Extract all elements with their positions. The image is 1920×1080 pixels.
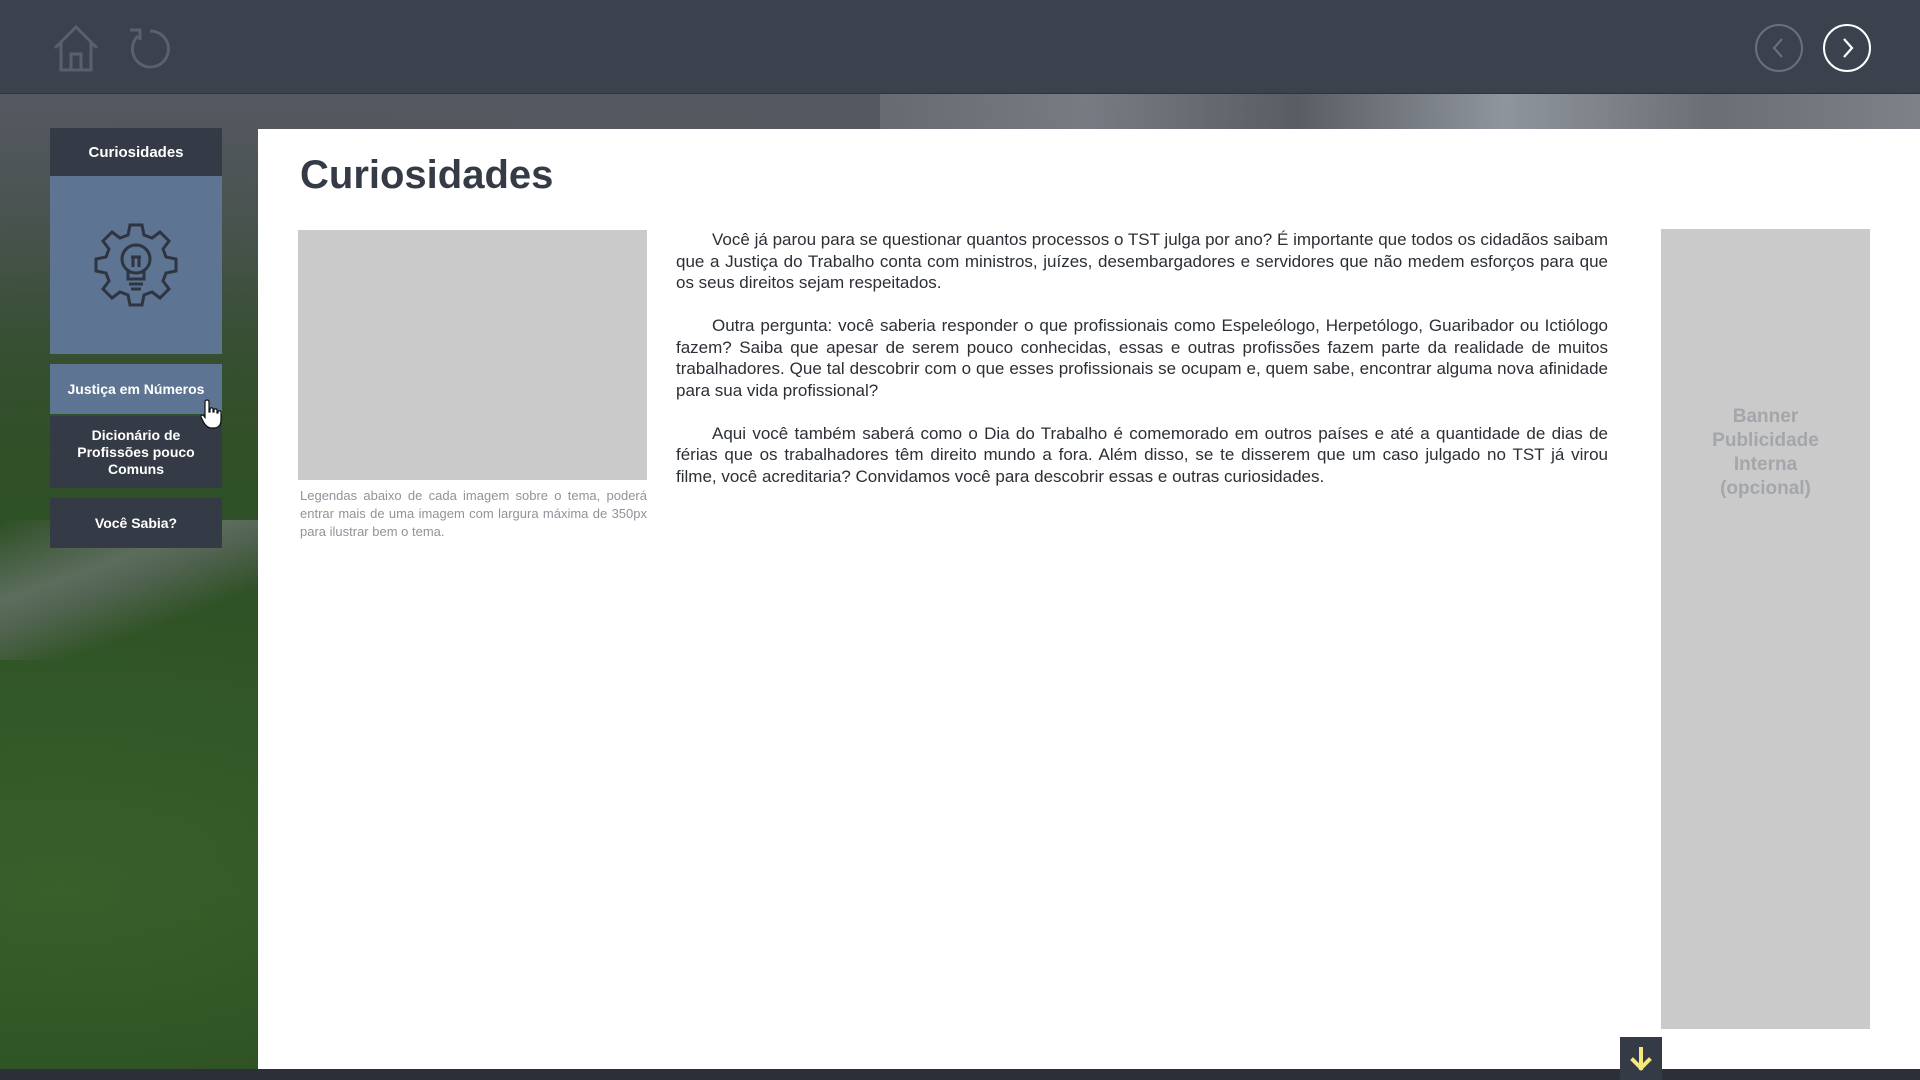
scroll-down-button[interactable] — [1620, 1037, 1662, 1080]
home-icon[interactable] — [50, 22, 102, 74]
paragraph: Você já parou para se questionar quantos… — [676, 230, 1608, 292]
sidebar-item-label: Justiça em Números — [67, 380, 205, 397]
sidebar-item-justica-em-numeros[interactable]: Justiça em Números — [50, 364, 222, 414]
content-panel: Curiosidades Legendas abaixo de cada ima… — [258, 129, 1920, 1069]
banner-text: Banner Publicidade Interna (opcional) — [1712, 406, 1819, 499]
app: Curiosidades Justiça em Números Dicionár… — [0, 0, 1920, 1080]
sidebar-item-dicionario-de-profissoes[interactable]: Dicionário de Profissões pouco Comuns — [50, 416, 222, 488]
chevron-right-icon — [1843, 38, 1854, 58]
image-placeholder — [298, 230, 647, 480]
sidebar-item-label: Dicionário de Profissões pouco Comuns — [77, 426, 195, 477]
previous-button[interactable] — [1755, 24, 1803, 72]
sidebar-header[interactable]: Curiosidades — [50, 128, 222, 176]
sidebar-item-label: Você Sabia? — [94, 514, 178, 531]
article-body: Você já parou para se questionar quantos… — [676, 229, 1608, 509]
sidebar-item-voce-sabia[interactable]: Você Sabia? — [50, 498, 222, 548]
chevron-left-icon — [1772, 38, 1783, 58]
hand-cursor-icon — [200, 399, 222, 429]
gear-lightbulb-icon — [94, 223, 178, 307]
sidebar-illustration — [50, 176, 222, 354]
next-button[interactable] — [1823, 24, 1871, 72]
paragraph: Outra pergunta: você saberia responder o… — [676, 316, 1608, 400]
sidebar: Curiosidades Justiça em Números Dicionár… — [50, 128, 222, 548]
image-caption: Legendas abaixo de cada imagem sobre o t… — [300, 488, 647, 539]
background-buildings — [880, 94, 1920, 130]
page-title: Curiosidades — [300, 153, 554, 197]
top-bar — [0, 0, 1920, 94]
advertisement-banner: Banner Publicidade Interna (opcional) — [1661, 229, 1870, 1029]
arrow-down-icon — [1630, 1046, 1652, 1071]
reload-icon[interactable] — [124, 22, 176, 74]
paragraph: Aqui você também saberá como o Dia do Tr… — [676, 423, 1608, 486]
